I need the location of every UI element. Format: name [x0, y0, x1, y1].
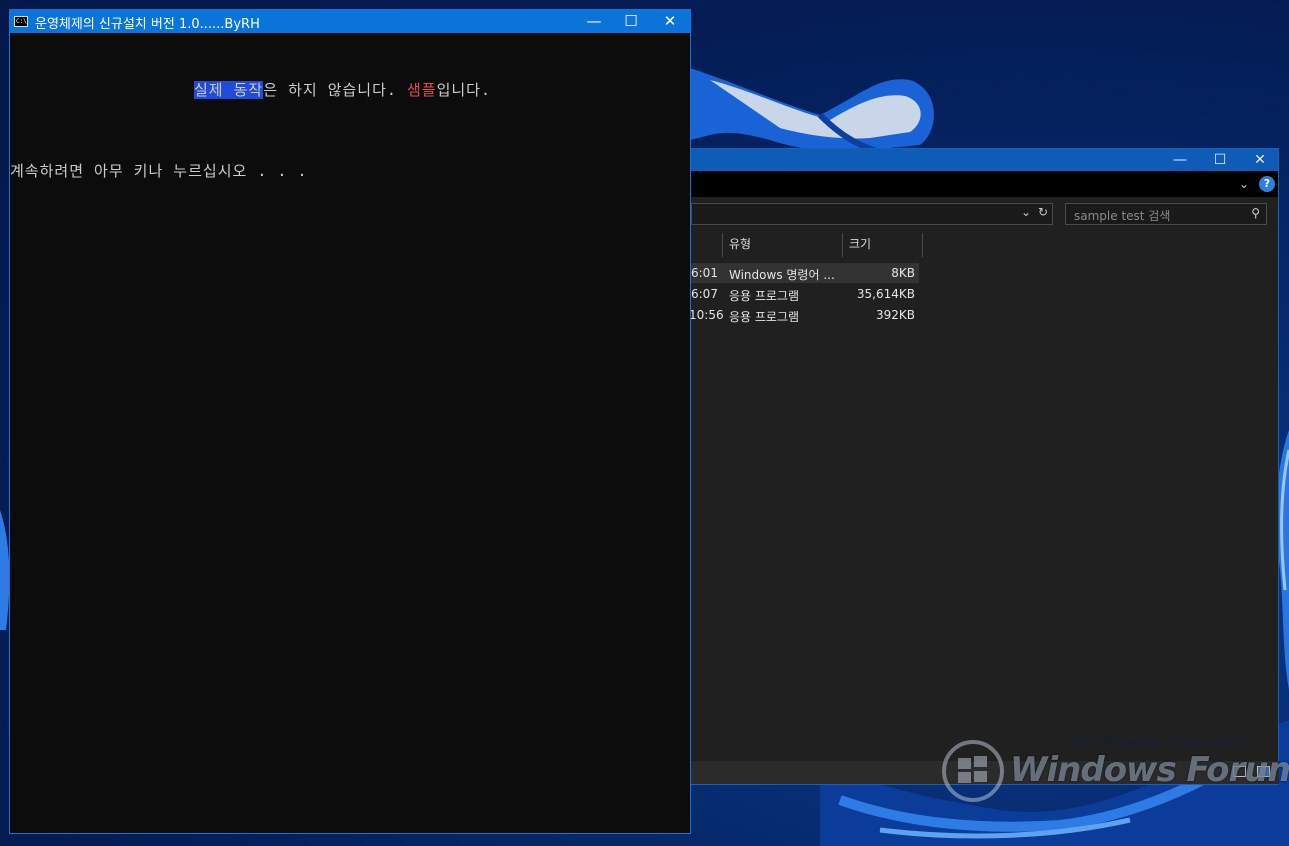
- file-size: 35,614KB: [856, 287, 915, 301]
- line1-end-text: 입니다.: [436, 81, 492, 99]
- refresh-icon[interactable]: ↻: [1038, 205, 1048, 219]
- explorer-maximize-button[interactable]: ☐: [1200, 149, 1240, 171]
- explorer-minimize-button[interactable]: —: [1160, 149, 1200, 171]
- terminal-icon: C:\: [14, 16, 28, 27]
- console-minimize-button[interactable]: —: [574, 10, 614, 33]
- console-maximize-button[interactable]: ☐: [611, 10, 651, 33]
- search-placeholder: sample test 검색: [1074, 209, 1171, 223]
- file-size: 8KB: [891, 266, 915, 280]
- watermark-tagline: Best Windows Community!: [1072, 735, 1248, 750]
- file-modified-time: 6:07: [691, 287, 718, 301]
- search-icon[interactable]: ⚲: [1251, 206, 1260, 220]
- console-output-line-2: 계속하려면 아무 키나 누르십시오 . . .: [10, 162, 308, 180]
- explorer-title-bar[interactable]: — ☐ ✕: [651, 149, 1278, 171]
- console-window: C:\ 운영체제의 신규설치 버전 1.0......ByRH — ☐ ✕ 실제…: [9, 9, 691, 834]
- console-title: 운영체제의 신규설치 버전 1.0......ByRH: [35, 17, 260, 32]
- help-icon[interactable]: ?: [1259, 176, 1275, 192]
- file-modified-time: 6:01: [691, 266, 718, 280]
- explorer-ribbon: [651, 171, 1278, 197]
- explorer-close-button[interactable]: ✕: [1240, 149, 1280, 171]
- file-row[interactable]: 6:07 응용 프로그램 35,614KB: [691, 284, 919, 304]
- file-row[interactable]: 6:01 Windows 명령어 ... 8KB: [691, 263, 919, 283]
- file-type: 응용 프로그램: [729, 310, 800, 324]
- selected-text: 실제 동작: [194, 81, 264, 99]
- address-dropdown-chevron-icon[interactable]: ⌄: [1021, 205, 1031, 219]
- file-type: Windows 명령어 ...: [729, 268, 835, 282]
- sample-text-red: 샘플: [406, 81, 437, 99]
- watermark-brand: Windows Forum: [1010, 750, 1289, 790]
- address-bar[interactable]: [691, 203, 1053, 225]
- line1-middle-text: 은 하지 않습니다.: [263, 81, 407, 99]
- file-type: 응용 프로그램: [729, 289, 800, 303]
- console-output-line-1: 실제 동작은 하지 않습니다. 샘플입니다.: [194, 79, 491, 100]
- ribbon-expand-chevron-icon[interactable]: ⌄: [1239, 177, 1249, 191]
- column-header-type[interactable]: 유형: [723, 233, 843, 257]
- column-header-size[interactable]: 크기: [843, 233, 923, 257]
- file-modified-time: 10:56: [689, 308, 724, 322]
- file-size: 392KB: [875, 308, 915, 322]
- console-close-button[interactable]: ✕: [650, 10, 690, 33]
- console-title-bar[interactable]: C:\ 운영체제의 신규설치 버전 1.0......ByRH — ☐ ✕: [10, 10, 690, 33]
- file-row[interactable]: 10:56 응용 프로그램 392KB: [689, 305, 919, 325]
- column-header-date-partial[interactable]: [691, 233, 723, 257]
- file-explorer-window: — ☐ ✕ ⌄ ? ⌄ ↻ sample test 검색 ⚲ 유형 크기 6:0…: [650, 148, 1279, 785]
- windows-forum-logo-icon: [942, 740, 1004, 802]
- search-input[interactable]: sample test 검색 ⚲: [1065, 203, 1267, 225]
